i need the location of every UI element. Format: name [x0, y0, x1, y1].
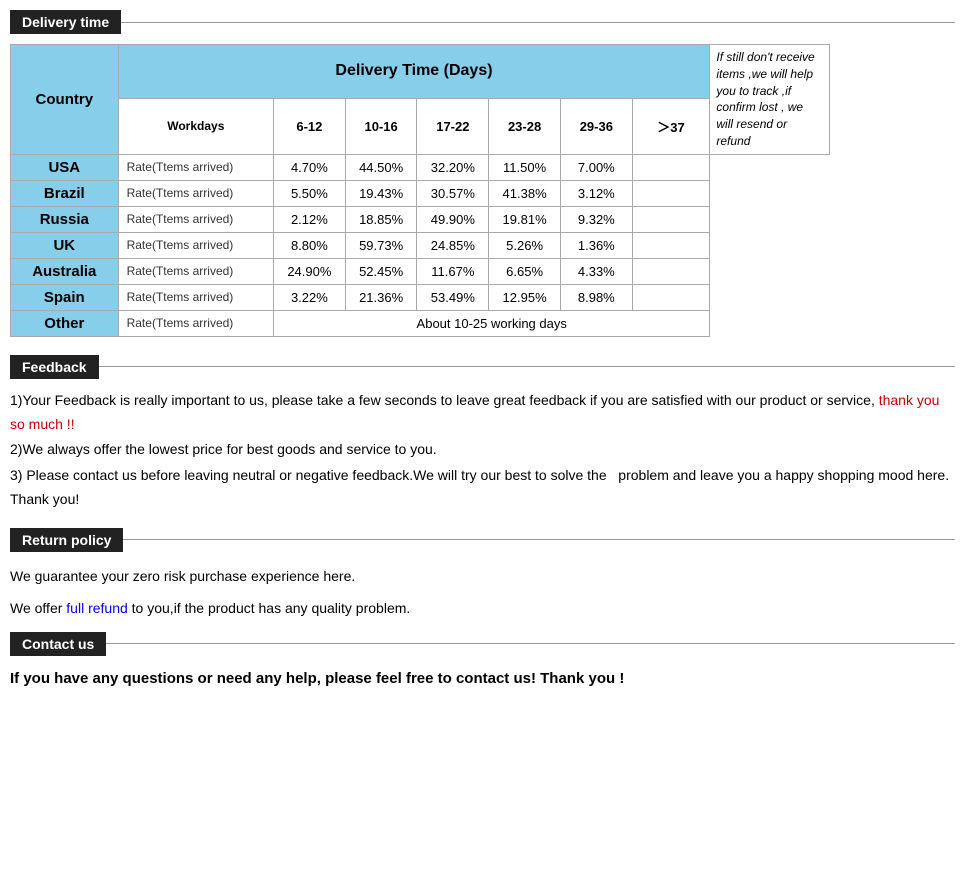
country-cell: Australia — [11, 258, 119, 284]
contact-header-line — [106, 643, 955, 644]
feedback-line-2: 2)We always offer the lowest price for b… — [10, 438, 955, 462]
delivery-table-wrapper: Country Delivery Time (Days) If still do… — [10, 44, 955, 337]
return-line-2-pre: We offer — [10, 600, 66, 616]
contact-text: If you have any questions or need any he… — [10, 670, 955, 687]
col-10-16-header: 10-16 — [345, 98, 417, 154]
return-line-2-post: to you,if the product has any quality pr… — [128, 600, 411, 616]
contact-label: Contact us — [10, 632, 106, 656]
pct-cell: 53.49% — [417, 284, 489, 310]
pct-cell: 6.65% — [489, 258, 561, 284]
return-text: We guarantee your zero risk purchase exp… — [10, 562, 955, 622]
pct-cell: 5.26% — [489, 232, 561, 258]
pct-cell: 21.36% — [345, 284, 417, 310]
gt37-cell — [632, 258, 710, 284]
table-row: USARate(Ttems arrived)4.70%44.50%32.20%1… — [11, 154, 830, 180]
pct-cell: 5.50% — [274, 180, 346, 206]
contact-section: Contact us If you have any questions or … — [10, 632, 955, 687]
pct-cell: 4.70% — [274, 154, 346, 180]
gt37-cell — [632, 154, 710, 180]
pct-cell: 3.22% — [274, 284, 346, 310]
col-29-36-header: 29-36 — [560, 98, 632, 154]
country-cell: Other — [11, 310, 119, 336]
rate-cell: Rate(Ttems arrived) — [118, 284, 273, 310]
rate-cell: Rate(Ttems arrived) — [118, 310, 273, 336]
col-23-28-header: 23-28 — [489, 98, 561, 154]
gt37-cell — [632, 206, 710, 232]
pct-cell: 2.12% — [274, 206, 346, 232]
gt37-cell — [632, 232, 710, 258]
pct-cell: 8.80% — [274, 232, 346, 258]
guarantee-cell: If still don't receive items ,we will he… — [710, 45, 830, 155]
table-row: RussiaRate(Ttems arrived)2.12%18.85%49.9… — [11, 206, 830, 232]
feedback-section: Feedback 1)Your Feedback is really impor… — [10, 355, 955, 512]
rate-cell: Rate(Ttems arrived) — [118, 180, 273, 206]
country-header: Country — [11, 45, 119, 155]
delivery-time-main-header: Delivery Time (Days) — [118, 45, 710, 99]
return-header-line — [123, 539, 955, 540]
country-cell: USA — [11, 154, 119, 180]
pct-cell: 1.36% — [560, 232, 632, 258]
delivery-header-line — [121, 22, 955, 23]
feedback-text: 1)Your Feedback is really important to u… — [10, 389, 955, 512]
col-gt37-header: ＞37 — [632, 98, 710, 154]
feedback-label: Feedback — [10, 355, 99, 379]
delivery-time-header: Delivery time — [10, 10, 955, 34]
delivery-time-label: Delivery time — [10, 10, 121, 34]
contact-header: Contact us — [10, 632, 955, 656]
return-header: Return policy — [10, 528, 955, 552]
country-cell: Brazil — [11, 180, 119, 206]
return-line-1: We guarantee your zero risk purchase exp… — [10, 562, 955, 590]
return-line-2: We offer full refund to you,if the produ… — [10, 594, 955, 622]
return-highlight: full refund — [66, 600, 127, 616]
rate-cell: Rate(Ttems arrived) — [118, 258, 273, 284]
pct-cell: 11.67% — [417, 258, 489, 284]
col-17-22-header: 17-22 — [417, 98, 489, 154]
pct-cell: 19.43% — [345, 180, 417, 206]
workdays-header: Workdays — [118, 98, 273, 154]
other-colspan-cell: About 10-25 working days — [274, 310, 710, 336]
delivery-table: Country Delivery Time (Days) If still do… — [10, 44, 830, 337]
pct-cell: 8.98% — [560, 284, 632, 310]
feedback-highlight-1: thank you so much !! — [10, 392, 939, 432]
pct-cell: 4.33% — [560, 258, 632, 284]
pct-cell: 49.90% — [417, 206, 489, 232]
pct-cell: 24.90% — [274, 258, 346, 284]
pct-cell: 32.20% — [417, 154, 489, 180]
pct-cell: 30.57% — [417, 180, 489, 206]
table-row: AustraliaRate(Ttems arrived)24.90%52.45%… — [11, 258, 830, 284]
col-6-12-header: 6-12 — [274, 98, 346, 154]
gt37-cell — [632, 180, 710, 206]
feedback-header: Feedback — [10, 355, 955, 379]
return-label: Return policy — [10, 528, 123, 552]
table-row: BrazilRate(Ttems arrived)5.50%19.43%30.5… — [11, 180, 830, 206]
country-cell: Russia — [11, 206, 119, 232]
rate-cell: Rate(Ttems arrived) — [118, 232, 273, 258]
pct-cell: 44.50% — [345, 154, 417, 180]
pct-cell: 7.00% — [560, 154, 632, 180]
table-row: OtherRate(Ttems arrived)About 10-25 work… — [11, 310, 830, 336]
table-row: SpainRate(Ttems arrived)3.22%21.36%53.49… — [11, 284, 830, 310]
pct-cell: 3.12% — [560, 180, 632, 206]
return-section: Return policy We guarantee your zero ris… — [10, 528, 955, 622]
feedback-line-3: 3) Please contact us before leaving neut… — [10, 464, 955, 512]
rate-cell: Rate(Ttems arrived) — [118, 206, 273, 232]
pct-cell: 11.50% — [489, 154, 561, 180]
pct-cell: 18.85% — [345, 206, 417, 232]
pct-cell: 19.81% — [489, 206, 561, 232]
pct-cell: 59.73% — [345, 232, 417, 258]
feedback-header-line — [99, 366, 955, 367]
table-row: UKRate(Ttems arrived)8.80%59.73%24.85%5.… — [11, 232, 830, 258]
pct-cell: 52.45% — [345, 258, 417, 284]
feedback-line-1: 1)Your Feedback is really important to u… — [10, 389, 955, 437]
gt37-cell — [632, 284, 710, 310]
country-cell: UK — [11, 232, 119, 258]
pct-cell: 12.95% — [489, 284, 561, 310]
pct-cell: 9.32% — [560, 206, 632, 232]
rate-cell: Rate(Ttems arrived) — [118, 154, 273, 180]
pct-cell: 24.85% — [417, 232, 489, 258]
country-cell: Spain — [11, 284, 119, 310]
pct-cell: 41.38% — [489, 180, 561, 206]
